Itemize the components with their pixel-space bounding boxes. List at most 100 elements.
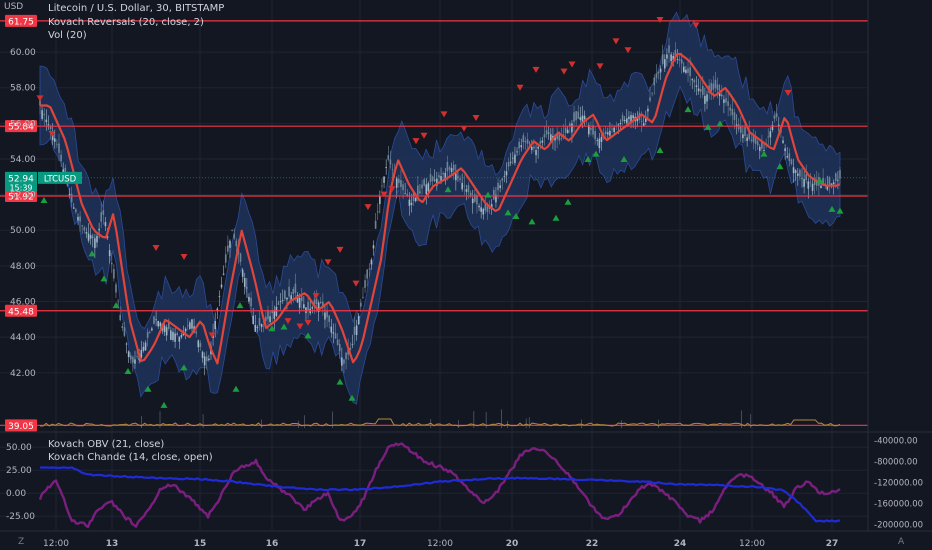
candle-body [417,185,419,195]
candle-body [796,173,799,176]
candle-body [493,189,495,200]
candle-body [362,296,364,298]
indicator-kovach-obv[interactable]: Kovach OBV (21, close) [48,439,164,450]
candle-body [144,342,147,351]
candle-body [691,79,694,81]
candle-body [205,356,208,362]
candle-body [311,307,314,309]
candle-body [83,227,86,231]
candle-body [425,184,428,195]
candle-body [471,198,474,204]
candle-body [372,245,375,249]
candle-body [330,326,333,333]
candle-body [452,164,455,171]
candle-body [91,236,94,238]
candle-body [607,132,609,135]
candle-body [279,301,282,302]
candle-body [805,174,808,181]
candle-body [799,169,801,177]
candle-body [729,107,732,111]
candle-body [600,137,603,142]
time-tick-label: 16 [266,539,279,549]
candle-body [391,168,394,170]
candle-body [701,85,704,95]
candle-body [277,303,280,305]
candle-body [522,135,525,143]
candle-body [165,327,168,336]
candle-body [345,352,347,360]
currency-label: USD [4,2,24,12]
candle-body [85,232,88,234]
candle-body [564,127,567,133]
candle-body [239,253,242,262]
candle-body [260,324,263,328]
candle-body [687,68,689,73]
indicator-kovach-chande[interactable]: Kovach Chande (14, close, open) [48,452,213,463]
candle-body [450,168,453,172]
candle-body [448,167,451,170]
candle-body [70,193,73,203]
candle-body [284,290,286,299]
candle-body [129,355,132,360]
candle-body [590,127,592,130]
candle-body [632,115,634,119]
candle-body [480,207,482,212]
candle-body [110,262,113,265]
lower-left-tick-label: -25.00 [6,512,35,522]
candle-body [227,245,229,252]
candle-body [609,130,611,136]
candle-body [151,328,153,331]
candle-body [670,54,672,62]
price-tick-label: 60.00 [10,48,36,58]
candle-body [509,161,512,163]
candle-body [214,321,216,330]
candle-body [281,299,284,301]
candle-body [127,351,130,358]
candle-body [666,54,668,59]
candle-body [136,356,138,357]
candle-body [839,170,841,179]
candle-body [668,45,670,53]
candle-body [248,296,250,302]
time-tick-label: 12:00 [739,539,765,549]
indicator-kovach-reversals[interactable]: Kovach Reversals (20, close, 2) [48,17,204,28]
candle-body [541,140,544,143]
candle-body [531,146,533,151]
candle-body [414,197,417,202]
timezone-button[interactable]: Z [18,537,24,547]
candle-body [514,154,516,163]
candle-body [383,176,385,183]
candle-body [374,220,377,229]
candle-body [370,259,373,265]
candle-body [756,141,759,146]
candle-body [539,141,542,144]
auto-scale-button[interactable]: A [898,537,904,547]
candle-body [501,178,504,181]
candle-body [142,346,145,351]
candle-body [433,179,436,181]
candle-body [220,284,223,288]
candle-body [307,301,309,311]
candle-body [303,304,305,309]
candle-body [201,351,204,358]
price-tick-label: 46.00 [10,298,36,308]
indicator-volume[interactable]: Vol (20) [48,30,87,41]
candle-body [742,134,744,139]
candle-body [222,273,225,275]
time-tick-label: 12:00 [427,539,453,549]
candle-body [47,124,50,126]
candle-body [438,175,440,178]
candle-body [484,204,487,211]
candle-body [507,161,510,167]
candle-body [148,332,151,334]
candle-body [712,83,715,90]
candle-body [685,69,687,73]
candle-body [332,332,335,334]
candle-body [731,108,734,116]
candle-body [581,115,584,122]
candle-body [132,356,134,363]
candle-body [286,297,288,300]
candle-body [628,116,630,120]
candle-body [769,131,772,138]
candle-body [186,325,189,327]
